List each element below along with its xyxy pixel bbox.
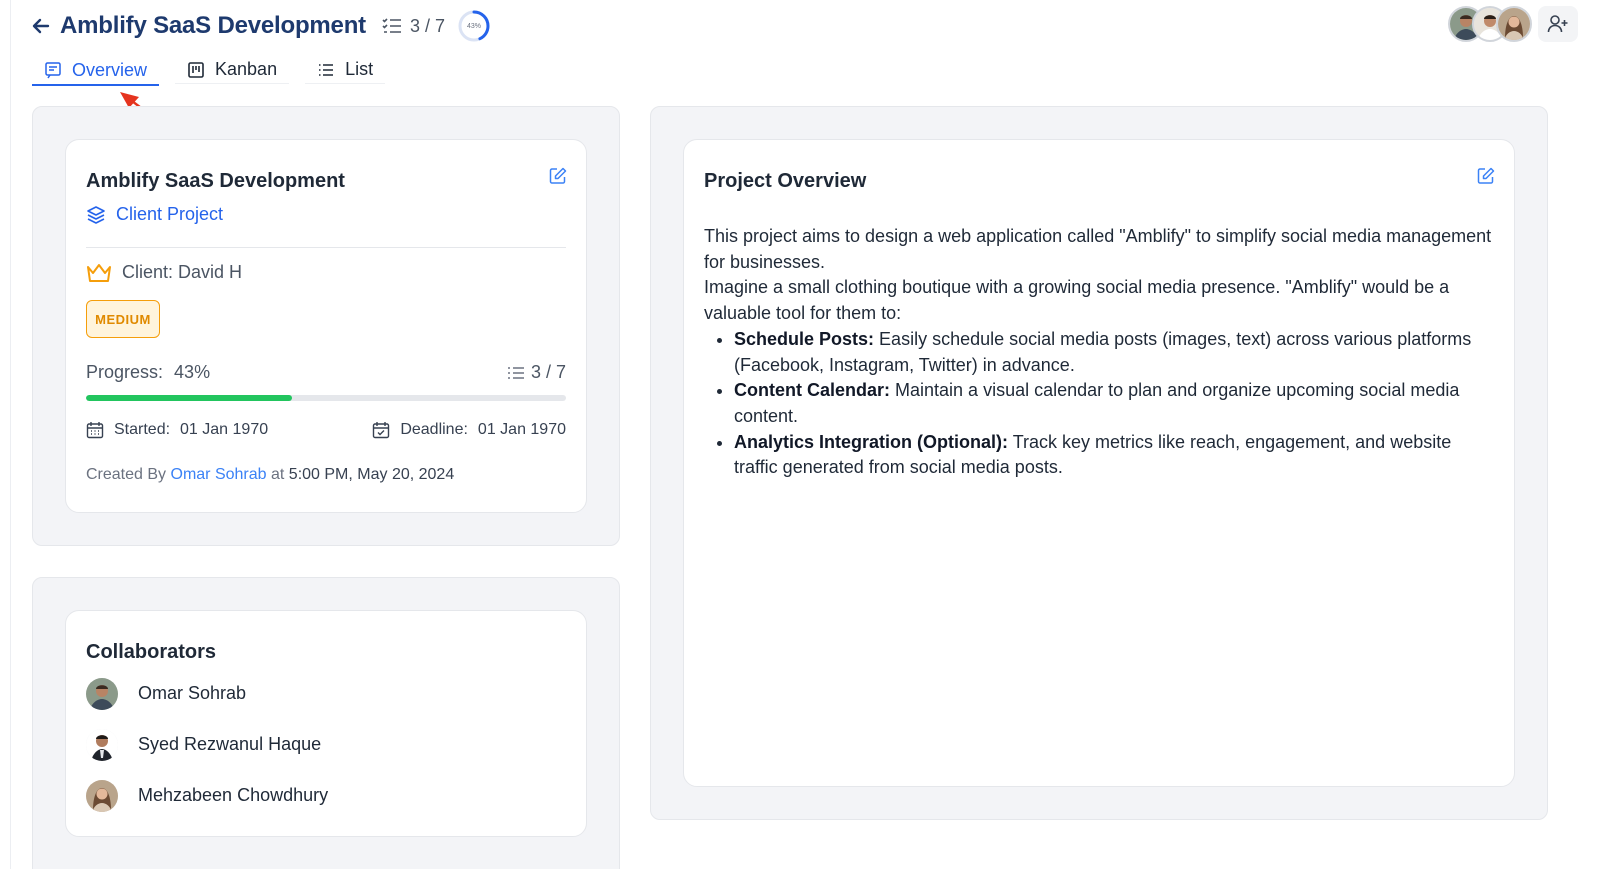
- page-header: Amblify SaaS Development 3 / 7 43%: [30, 8, 491, 44]
- progress-bar-fill: [86, 395, 293, 401]
- header-avatar-stack[interactable]: [1448, 6, 1532, 42]
- progress-task-count-text: 3 / 7: [530, 362, 566, 382]
- project-details-card: Amblify SaaS Development Client Project …: [65, 139, 587, 513]
- project-details-panel: Amblify SaaS Development Client Project …: [32, 106, 620, 546]
- project-title: Amblify SaaS Development: [86, 170, 345, 192]
- deadline-value: 01 Jan 1970: [477, 421, 566, 438]
- avatar: [86, 728, 118, 761]
- created-prefix: Created By: [86, 466, 167, 483]
- view-tabs: Overview Kanban List: [32, 56, 401, 86]
- crown-icon: [87, 263, 111, 282]
- page-left-border: [10, 0, 11, 869]
- collaborator-item[interactable]: Syed Rezwanul Haque: [86, 719, 328, 770]
- overview-bullet: Schedule Posts: Easily schedule social m…: [734, 327, 1494, 378]
- back-button[interactable]: [30, 15, 52, 37]
- created-by-line: Created By Omar Sohrab at 5:00 PM, May 2…: [86, 466, 454, 484]
- tab-list-label: List: [345, 59, 374, 79]
- avatar: [86, 779, 118, 812]
- priority-badge: MEDIUM: [86, 300, 160, 338]
- overview-bullet: Content Calendar: Maintain a visual cale…: [734, 378, 1494, 429]
- header-progress-ring-label: 43%: [466, 22, 481, 30]
- progress-row: Progress: 43% 3 / 7: [86, 362, 566, 383]
- page-title: Amblify SaaS Development: [60, 12, 366, 39]
- client-name: Client: David H: [122, 262, 243, 282]
- collaborator-name: Mehzabeen Chowdhury: [138, 785, 329, 805]
- layers-icon: [87, 205, 105, 224]
- bullet-heading: Analytics Integration (Optional):: [734, 431, 1009, 452]
- collaborators-card: Collaborators Omar Sohrab Syed Rezwanul …: [65, 610, 587, 837]
- tab-list[interactable]: List: [305, 56, 386, 84]
- avatar: [86, 677, 118, 710]
- bullet-heading: Content Calendar:: [734, 380, 891, 401]
- tab-kanban-label: Kanban: [215, 59, 278, 79]
- tab-kanban[interactable]: Kanban: [175, 56, 290, 84]
- creator-link[interactable]: Omar Sohrab: [171, 466, 267, 483]
- calendar-icon: [86, 422, 104, 439]
- header-task-count-text: 3 / 7: [409, 15, 445, 36]
- collaborator-item[interactable]: Omar Sohrab: [86, 668, 328, 719]
- progress-label: Progress:: [86, 362, 164, 382]
- created-at: 5:00 PM, May 20, 2024: [288, 466, 455, 483]
- client-row: Client: David H: [86, 262, 242, 283]
- tab-overview-label: Overview: [72, 59, 148, 80]
- start-date-value: 01 Jan 1970: [180, 421, 269, 438]
- task-list-icon: [382, 18, 401, 33]
- header-progress-ring: 43%: [457, 9, 491, 43]
- overview-body: This project aims to design a web applic…: [704, 224, 1494, 481]
- user-plus-icon: [1547, 15, 1568, 33]
- kanban-icon: [188, 61, 204, 78]
- avatar: [1496, 6, 1532, 42]
- overview-bullet-list: Schedule Posts: Easily schedule social m…: [734, 327, 1494, 481]
- card-divider: [86, 247, 566, 248]
- overview-paragraph: This project aims to design a web applic…: [704, 226, 1492, 272]
- project-type: Client Project: [86, 204, 223, 225]
- calendar-check-icon: [373, 422, 390, 439]
- tab-overview[interactable]: Overview: [32, 56, 160, 86]
- header-task-count: 3 / 7: [382, 16, 445, 37]
- collaborator-list: Omar Sohrab Syed Rezwanul Haque Mehzabee…: [86, 668, 328, 821]
- progress-task-count: 3 / 7: [507, 362, 566, 383]
- overview-paragraph: Imagine a small clothing boutique with a…: [704, 277, 1450, 324]
- overview-bullet: Analytics Integration (Optional): Track …: [734, 430, 1494, 481]
- edit-icon[interactable]: [548, 166, 568, 186]
- arrow-left-icon: [32, 18, 50, 34]
- deadline-label: Deadline:: [400, 421, 468, 438]
- progress-value: 43%: [174, 362, 211, 382]
- collaborators-title: Collaborators: [86, 641, 217, 663]
- add-user-button[interactable]: [1538, 6, 1578, 42]
- task-list-icon: [507, 366, 524, 379]
- edit-icon[interactable]: [1476, 166, 1496, 186]
- collaborator-item[interactable]: Mehzabeen Chowdhury: [86, 770, 328, 821]
- collaborators-panel: Collaborators Omar Sohrab Syed Rezwanul …: [32, 577, 620, 869]
- collaborator-name: Omar Sohrab: [138, 683, 247, 703]
- collaborator-name: Syed Rezwanul Haque: [138, 734, 322, 754]
- start-date: Started: 01 Jan 1970: [86, 421, 268, 439]
- created-at-word: at: [271, 466, 285, 483]
- progress-text: Progress: 43%: [86, 362, 210, 383]
- list-icon: [319, 63, 334, 76]
- project-overview-panel: Project Overview This project aims to de…: [650, 106, 1548, 820]
- project-overview-card: Project Overview This project aims to de…: [683, 139, 1515, 787]
- dates-row: Started: 01 Jan 1970 Deadline: 01 Jan 19…: [86, 421, 566, 439]
- document-icon: [45, 62, 61, 79]
- deadline-date: Deadline: 01 Jan 1970: [372, 421, 566, 439]
- project-type-label: Client Project: [116, 204, 224, 224]
- bullet-heading: Schedule Posts:: [734, 328, 875, 349]
- start-date-label: Started:: [114, 421, 171, 438]
- progress-bar: [86, 395, 566, 401]
- overview-title: Project Overview: [704, 170, 867, 192]
